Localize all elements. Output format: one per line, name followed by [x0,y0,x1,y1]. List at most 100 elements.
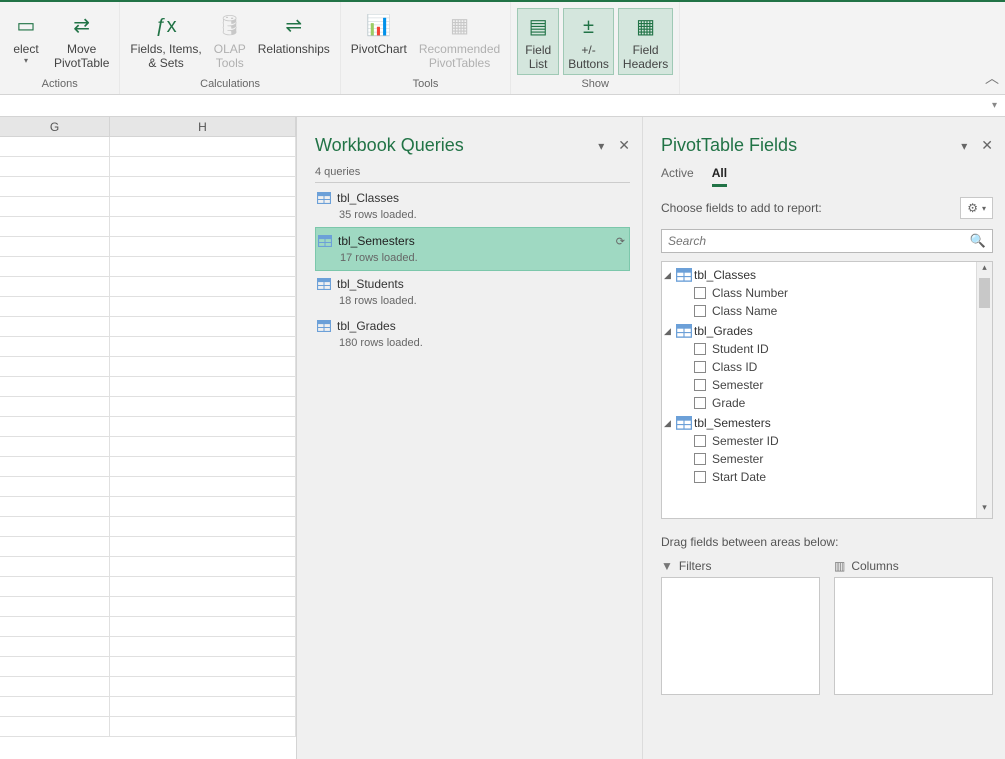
cell[interactable] [110,497,296,516]
cell[interactable] [0,557,110,576]
cell[interactable] [0,157,110,176]
field-checkbox[interactable] [694,343,706,355]
cell[interactable] [110,697,296,716]
expand-icon[interactable]: ◢ [664,418,674,429]
cell[interactable] [0,237,110,256]
grid-row[interactable] [0,657,296,677]
tab-all[interactable]: All [712,166,727,187]
query-item[interactable]: tbl_Students18 rows loaded. [315,271,630,313]
cell[interactable] [0,657,110,676]
field-item[interactable]: Class ID [664,358,974,376]
cell[interactable] [110,717,296,736]
cell[interactable] [110,457,296,476]
cell[interactable] [0,617,110,636]
field-checkbox[interactable] [694,453,706,465]
grid-row[interactable] [0,337,296,357]
cell[interactable] [110,557,296,576]
column-header-h[interactable]: H [110,117,296,136]
grid-row[interactable] [0,217,296,237]
cell[interactable] [110,157,296,176]
cell[interactable] [0,537,110,556]
grid-row[interactable] [0,497,296,517]
field-checkbox[interactable] [694,361,706,373]
grid-row[interactable] [0,697,296,717]
cell[interactable] [0,437,110,456]
cell[interactable] [0,177,110,196]
move-pivottable-button[interactable]: ⇄ Move PivotTable [50,8,113,73]
fields-items-sets-button[interactable]: ƒx Fields, Items, & Sets [126,8,205,73]
select-button[interactable]: ▭ elect ▾ [6,8,46,68]
field-item[interactable]: Grade [664,394,974,412]
cell[interactable] [110,517,296,536]
cell[interactable] [0,397,110,416]
grid-row[interactable] [0,197,296,217]
cell[interactable] [0,217,110,236]
cell[interactable] [0,357,110,376]
cell[interactable] [0,697,110,716]
grid-row[interactable] [0,277,296,297]
scroll-thumb[interactable] [979,278,990,308]
pivot-tools-button[interactable]: ⚙ ▾ [960,197,993,219]
grid-row[interactable] [0,557,296,577]
cell[interactable] [110,617,296,636]
cell[interactable] [110,377,296,396]
grid-row[interactable] [0,597,296,617]
cell[interactable] [110,297,296,316]
cell[interactable] [0,277,110,296]
grid-row[interactable] [0,517,296,537]
grid-row[interactable] [0,577,296,597]
field-checkbox[interactable] [694,471,706,483]
grid-row[interactable] [0,397,296,417]
cell[interactable] [0,137,110,156]
field-checkbox[interactable] [694,305,706,317]
grid-row[interactable] [0,437,296,457]
dropdown-icon[interactable]: ▾ [992,100,997,111]
cell[interactable] [110,677,296,696]
field-checkbox[interactable] [694,397,706,409]
field-item[interactable]: Semester [664,376,974,394]
field-checkbox[interactable] [694,287,706,299]
cell[interactable] [110,477,296,496]
table-header[interactable]: ◢tbl_Semesters [664,414,974,432]
grid-row[interactable] [0,457,296,477]
cell[interactable] [0,457,110,476]
grid-row[interactable] [0,177,296,197]
cell[interactable] [0,597,110,616]
cell[interactable] [110,397,296,416]
plus-minus-buttons-button[interactable]: ± +/- Buttons [563,8,614,75]
field-item[interactable]: Student ID [664,340,974,358]
cell[interactable] [110,277,296,296]
cell[interactable] [110,577,296,596]
column-header-g[interactable]: G [0,117,110,136]
cell[interactable] [0,417,110,436]
grid-body[interactable] [0,137,296,759]
grid-row[interactable] [0,297,296,317]
pivot-pane-close[interactable]: ✕ [981,137,993,154]
cell[interactable] [110,197,296,216]
pivotchart-button[interactable]: 📊 PivotChart [347,8,411,58]
grid-row[interactable] [0,317,296,337]
table-header[interactable]: ◢tbl_Classes [664,266,974,284]
cell[interactable] [110,357,296,376]
cell[interactable] [110,657,296,676]
cell[interactable] [110,537,296,556]
grid-row[interactable] [0,137,296,157]
cell[interactable] [0,637,110,656]
cell[interactable] [110,597,296,616]
cell[interactable] [0,377,110,396]
cell[interactable] [0,577,110,596]
query-item[interactable]: tbl_Semesters⟳17 rows loaded. [315,227,630,271]
field-item[interactable]: Start Date [664,468,974,486]
query-item[interactable]: tbl_Classes35 rows loaded. [315,185,630,227]
cell[interactable] [0,477,110,496]
grid-row[interactable] [0,237,296,257]
cell[interactable] [0,317,110,336]
scroll-down-icon[interactable]: ▾ [977,502,992,518]
scroll-up-icon[interactable]: ▴ [977,262,992,278]
grid-row[interactable] [0,417,296,437]
grid-row[interactable] [0,637,296,657]
grid-row[interactable] [0,677,296,697]
grid-row[interactable] [0,257,296,277]
query-item[interactable]: tbl_Grades180 rows loaded. [315,313,630,355]
field-item[interactable]: Semester ID [664,432,974,450]
